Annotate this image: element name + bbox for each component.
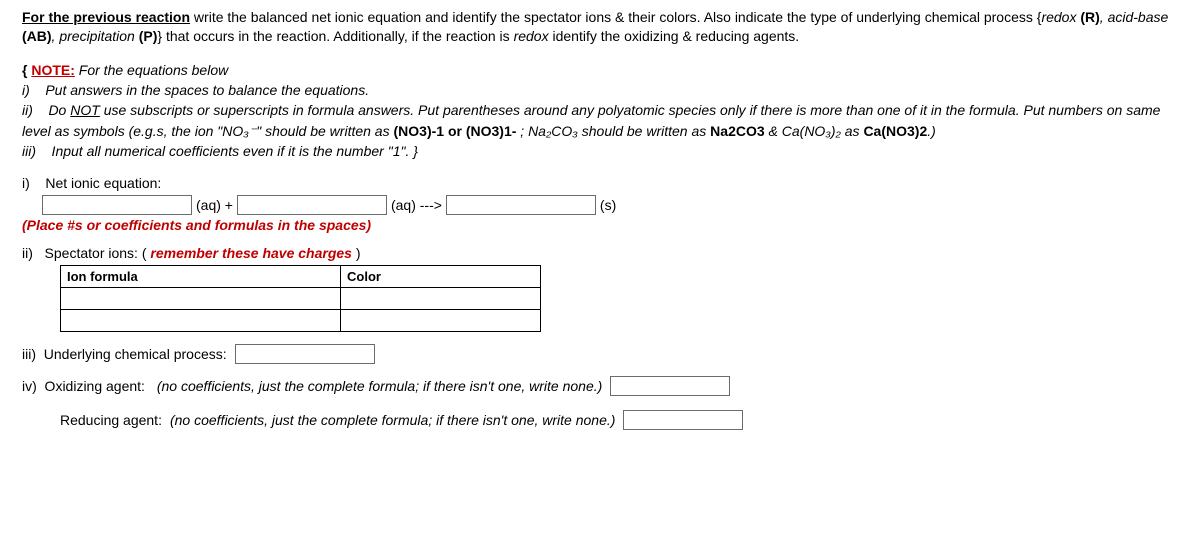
part-i: i) Net ionic equation: (aq) + (aq) ---> …: [22, 175, 1178, 233]
table-row: [61, 310, 541, 332]
th-ion-formula: Ion formula: [61, 266, 341, 288]
part-iii-label: iii) Underlying chemical process:: [22, 346, 227, 362]
note-ii-pre: Do: [33, 102, 70, 118]
reducing-agent-input[interactable]: [623, 410, 743, 430]
reducing-label: Reducing agent:: [60, 412, 162, 428]
oxidizing-agent-input[interactable]: [610, 376, 730, 396]
ion-formula-cell-2[interactable]: [61, 310, 341, 332]
intro-comma1: ,: [1100, 9, 1108, 25]
note-ii-num: ii): [22, 102, 33, 118]
part-iv-label: iv) Oxidizing agent:: [22, 378, 149, 394]
product-1-input[interactable]: [446, 195, 596, 215]
intro-body-1: write the balanced net ionic equation an…: [190, 9, 1041, 25]
intro-redox2: redox: [514, 28, 549, 44]
part-ii-pre: ii) Spectator ions: (: [22, 245, 150, 261]
ion-formula-cell-1[interactable]: [61, 288, 341, 310]
color-cell-2[interactable]: [341, 310, 541, 332]
intro-body-3: identify the oxidizing & reducing agents…: [549, 28, 800, 44]
note-not: NOT: [70, 102, 100, 118]
chemical-process-input[interactable]: [235, 344, 375, 364]
part-iii: iii) Underlying chemical process:: [22, 344, 1178, 364]
intro-ab-abbr: (AB): [22, 28, 52, 44]
intro-redox: redox: [1041, 9, 1076, 25]
part-i-label: i) Net ionic equation:: [22, 175, 1178, 191]
color-cell-1[interactable]: [341, 288, 541, 310]
part-ii-label: ii) Spectator ions: ( remember these hav…: [22, 245, 1178, 261]
note-amp: & Ca(NO₃)₂ as: [765, 123, 864, 139]
note-i-num: i): [22, 82, 30, 98]
note-for-eq: For the equations below: [75, 62, 228, 78]
note-i-text: Put answers in the spaces to balance the…: [30, 82, 369, 98]
intro-paragraph: For the previous reaction write the bala…: [22, 8, 1178, 46]
note-iii-text: Input all numerical coefficients even if…: [36, 143, 418, 159]
note-ex1: (NO3)-1 or (NO3)1-: [394, 123, 517, 139]
note-ii-sep: ; Na₂CO₃ should be written as: [516, 123, 710, 139]
note-block: { NOTE: For the equations below i) Put a…: [22, 60, 1178, 161]
intro-p-abbr: (P): [135, 28, 158, 44]
aq-arrow: (aq) --->: [391, 197, 442, 213]
table-row: [61, 288, 541, 310]
part-ii-remember: remember these have charges: [150, 245, 352, 261]
note-iii-num: iii): [22, 143, 36, 159]
reducing-hint: (no coefficients, just the complete form…: [170, 412, 615, 428]
reactant-2-input[interactable]: [237, 195, 387, 215]
note-ex3: Ca(NO3)2: [863, 123, 927, 139]
intro-precip: precipitation: [59, 28, 135, 44]
note-brace: {: [22, 62, 31, 78]
aq-plus-1: (aq) +: [196, 197, 233, 213]
part-iv: iv) Oxidizing agent: (no coefficients, j…: [22, 376, 1178, 430]
note-label: NOTE:: [31, 62, 75, 78]
part-ii-post: ): [352, 245, 361, 261]
intro-body-2: } that occurs in the reaction. Additiona…: [157, 28, 513, 44]
reactant-1-input[interactable]: [42, 195, 192, 215]
th-color: Color: [341, 266, 541, 288]
part-ii: ii) Spectator ions: ( remember these hav…: [22, 245, 1178, 332]
oxidizing-hint: (no coefficients, just the complete form…: [157, 378, 602, 394]
net-ionic-equation-row: (aq) + (aq) ---> (s): [42, 195, 1178, 215]
spectator-table: Ion formula Color: [60, 265, 541, 332]
place-note: (Place #s or coefficients and formulas i…: [22, 217, 1178, 233]
intro-r-abbr: (R): [1076, 9, 1099, 25]
state-s: (s): [600, 197, 616, 213]
intro-acidbase: acid-base: [1108, 9, 1169, 25]
intro-lead: For the previous reaction: [22, 9, 190, 25]
note-ii-end: .): [927, 123, 936, 139]
note-ex2: Na2CO3: [710, 123, 764, 139]
table-row: Ion formula Color: [61, 266, 541, 288]
